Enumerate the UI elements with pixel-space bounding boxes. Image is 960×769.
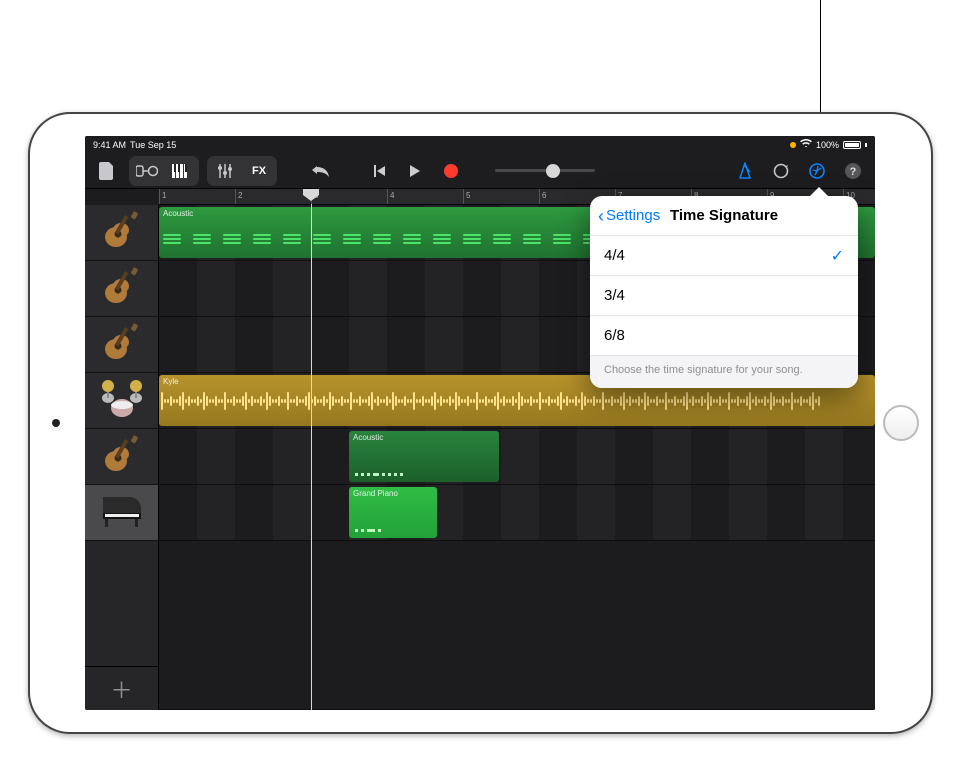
acoustic-guitar-icon (101, 433, 143, 480)
app-screen: 9:41 AM Tue Sep 15 100% (85, 136, 875, 710)
svg-text:?: ? (850, 166, 857, 178)
ruler-bar-number: 1 (162, 191, 166, 200)
go-to-beginning-button[interactable] (365, 158, 393, 184)
popover-header: ‹ Settings Time Signature (590, 196, 858, 236)
popover-option-list: 4/4 ✓ 3/4 6/8 (590, 236, 858, 356)
track-header[interactable] (85, 317, 158, 373)
volume-thumb-icon (546, 164, 560, 178)
status-time: 9:41 AM (93, 140, 126, 150)
ipad-device-frame: 9:41 AM Tue Sep 15 100% (28, 112, 933, 734)
popover-back-label: Settings (606, 207, 660, 224)
track-header[interactable] (85, 261, 158, 317)
option-label: 6/8 (604, 327, 625, 344)
time-signature-option[interactable]: 4/4 ✓ (590, 236, 858, 276)
view-mode-group (129, 156, 199, 186)
drum-kit-icon (99, 378, 145, 423)
checkmark-icon: ✓ (831, 246, 844, 266)
region-label: Acoustic (353, 433, 495, 442)
help-button[interactable]: ? (839, 158, 867, 184)
playhead[interactable] (311, 204, 312, 710)
ruler-bar-number: 6 (542, 191, 546, 200)
popover-back-button[interactable]: ‹ Settings (598, 207, 660, 225)
fx-button[interactable]: FX (245, 158, 273, 184)
option-label: 3/4 (604, 287, 625, 304)
acoustic-guitar-icon (101, 209, 143, 256)
loop-browser-button[interactable] (767, 158, 795, 184)
play-button[interactable] (401, 158, 429, 184)
time-signature-option[interactable]: 3/4 (590, 276, 858, 316)
status-date: Tue Sep 15 (130, 140, 176, 150)
acoustic-guitar-icon (101, 321, 143, 368)
audio-waveform-icon (161, 389, 873, 413)
tracks-view-button[interactable] (167, 158, 195, 184)
region-label: Grand Piano (353, 489, 433, 498)
track-header[interactable] (85, 429, 158, 485)
option-label: 4/4 (604, 247, 625, 264)
time-signature-popover: ‹ Settings Time Signature 4/4 ✓ 3/4 6/8 Cho… (590, 196, 858, 388)
grand-piano-icon (99, 491, 145, 534)
main-toolbar: FX (85, 153, 875, 189)
ruler-bar-number: 4 (390, 191, 394, 200)
ruler-bar-number: 5 (466, 191, 470, 200)
my-songs-button[interactable] (93, 158, 121, 184)
chevron-left-icon: ‹ (598, 207, 604, 225)
mix-fx-group: FX (207, 156, 277, 186)
add-track-button[interactable]: ＋ (85, 666, 158, 710)
playhead-flag-icon[interactable] (303, 189, 319, 201)
ruler-barline (463, 189, 464, 204)
record-button[interactable] (437, 158, 465, 184)
track-header[interactable] (85, 485, 158, 541)
acoustic-guitar-icon (101, 265, 143, 312)
browser-view-button[interactable] (133, 158, 161, 184)
track-header[interactable] (85, 205, 158, 261)
status-bar: 9:41 AM Tue Sep 15 100% (85, 136, 875, 153)
battery-pct: 100% (816, 140, 839, 150)
plus-icon: ＋ (110, 673, 132, 705)
track-controls-button[interactable] (211, 158, 239, 184)
battery-tip-icon (865, 143, 867, 147)
master-volume-slider[interactable] (495, 169, 595, 172)
ruler-barline (235, 189, 236, 204)
home-button[interactable] (883, 405, 919, 441)
ruler-bar-number: 2 (238, 191, 242, 200)
midi-notes-icon (355, 529, 381, 532)
popover-arrow-icon (810, 187, 828, 196)
midi-notes-icon (355, 473, 403, 476)
recording-indicator-icon (790, 142, 796, 148)
front-camera-icon (52, 419, 60, 427)
ruler-barline (539, 189, 540, 204)
popover-footer: Choose the time signature for your song. (590, 356, 858, 388)
ruler-barline (387, 189, 388, 204)
undo-button[interactable] (307, 158, 335, 184)
metronome-button[interactable] (731, 158, 759, 184)
track-headers-column: ＋ (85, 205, 159, 710)
battery-icon (843, 141, 861, 149)
wifi-icon (800, 139, 812, 150)
time-signature-option[interactable]: 6/8 (590, 316, 858, 356)
ruler-barline (159, 189, 160, 204)
song-settings-button[interactable] (803, 158, 831, 184)
track-header[interactable] (85, 373, 158, 429)
